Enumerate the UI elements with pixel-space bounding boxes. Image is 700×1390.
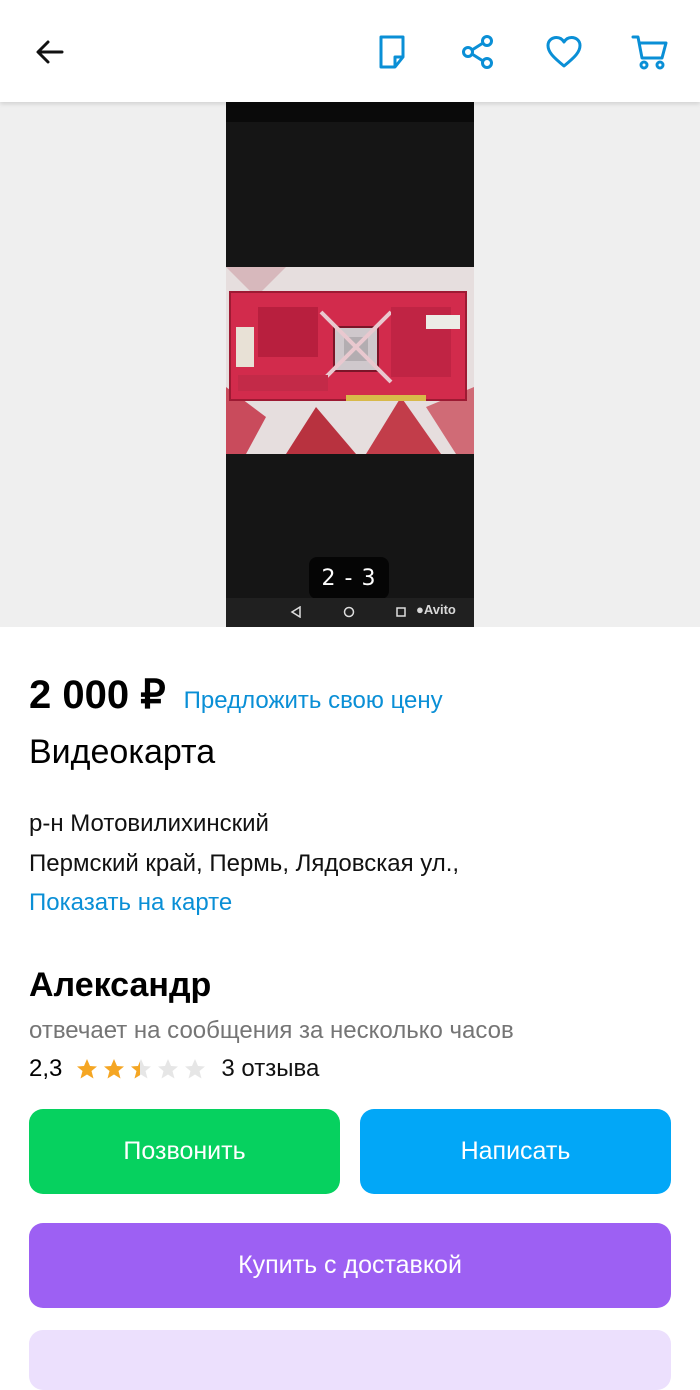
address: Пермский край, Пермь, Лядовская ул.,: [29, 850, 460, 877]
graphics-card-image: [226, 267, 474, 454]
half-star-icon: [131, 1059, 152, 1079]
note-button[interactable]: [368, 28, 416, 76]
price: 2 000 ₽: [29, 673, 166, 717]
favorite-button[interactable]: [540, 28, 588, 76]
avito-watermark: ●Avito: [416, 602, 456, 617]
triangle-icon: [287, 603, 305, 621]
photo-status-strip: [226, 102, 474, 122]
cart-icon: [631, 35, 668, 70]
top-bar: [0, 0, 700, 102]
seller-name[interactable]: Александр: [29, 966, 211, 1005]
show-on-map-link[interactable]: Показать на карте: [29, 889, 232, 917]
empty-star-icon: [158, 1059, 179, 1079]
listing-title: Видеокарта: [29, 733, 216, 771]
rating-value: 2,3: [29, 1055, 63, 1082]
circle-icon: [340, 603, 358, 621]
phone-navbar: ●Avito: [226, 598, 474, 627]
share-icon: [462, 35, 493, 69]
heart-icon: [546, 36, 582, 68]
secondary-action-button[interactable]: [29, 1330, 671, 1390]
square-icon: [392, 603, 410, 621]
star-icon: [77, 1059, 98, 1079]
district: р-н Мотовилихинский: [29, 810, 269, 837]
watermark-text: Avito: [423, 602, 456, 617]
star-icon: [104, 1059, 125, 1079]
reviews-count[interactable]: 3 отзыва: [221, 1055, 319, 1083]
listing-photo[interactable]: 2 - 3 ●Avito: [226, 102, 474, 627]
photo-counter: 2 - 3: [309, 557, 389, 599]
cart-button[interactable]: [626, 28, 674, 76]
share-button[interactable]: [454, 28, 502, 76]
rating-stars: [74, 1057, 209, 1081]
seller-rating[interactable]: 2,3 3 отзыва: [29, 1055, 319, 1083]
empty-star-icon: [185, 1059, 206, 1079]
dots-icon: ●: [416, 602, 424, 617]
photo-gallery[interactable]: 2 - 3 ●Avito: [0, 102, 700, 627]
arrow-left-icon: [36, 40, 64, 64]
offer-price-link[interactable]: Предложить свою цену: [184, 687, 443, 715]
address-redaction: [532, 846, 610, 884]
note-icon: [379, 35, 405, 69]
write-button[interactable]: Написать: [360, 1109, 671, 1194]
price-row: 2 000 ₽ Предложить свою цену: [29, 672, 443, 718]
back-button[interactable]: [26, 28, 74, 76]
call-button[interactable]: Позвонить: [29, 1109, 340, 1194]
buy-with-delivery-button[interactable]: Купить с доставкой: [29, 1223, 671, 1308]
seller-response-note: отвечает на сообщения за несколько часов: [29, 1017, 514, 1044]
